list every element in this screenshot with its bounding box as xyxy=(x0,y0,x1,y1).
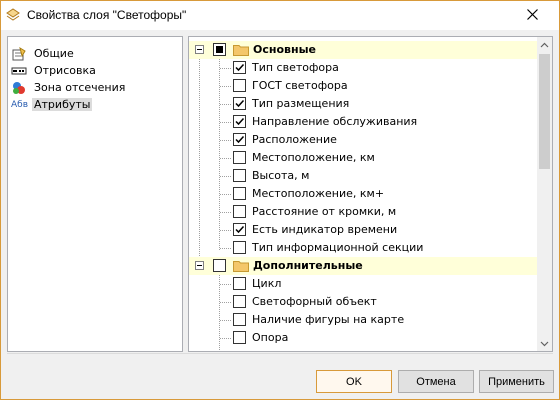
group-label: Дополнительные xyxy=(253,259,363,272)
general-icon xyxy=(11,46,27,61)
attribute-checkbox-checked[interactable] xyxy=(233,133,246,146)
attribute-row[interactable]: Направление обслуживания xyxy=(189,113,537,131)
attribute-checkbox[interactable] xyxy=(233,295,246,308)
layer-properties-icon xyxy=(6,8,20,21)
attribute-checkbox[interactable] xyxy=(233,169,246,182)
attribute-label: Цикл xyxy=(252,277,282,290)
attribute-checkbox-checked[interactable] xyxy=(233,115,246,128)
render-icon xyxy=(11,64,27,78)
attribute-checkbox[interactable] xyxy=(233,151,246,164)
attribute-row[interactable]: Местоположение, км xyxy=(189,149,537,167)
scroll-down-button[interactable] xyxy=(537,336,552,351)
attribute-checkbox[interactable] xyxy=(233,277,246,290)
attribute-checkbox-checked[interactable] xyxy=(233,61,246,74)
attribute-checkbox[interactable] xyxy=(233,187,246,200)
category-label: Атрибуты xyxy=(32,98,93,111)
category-label: Общие xyxy=(34,47,74,60)
attribute-label: ГОСТ светофора xyxy=(252,79,348,92)
attribute-row[interactable]: Цикл xyxy=(189,275,537,293)
close-icon xyxy=(526,8,538,23)
divider xyxy=(7,353,553,354)
attribute-label: Светофорный объект xyxy=(252,295,377,308)
category-item-attributes[interactable]: Абв Атрибуты xyxy=(11,96,181,113)
attribute-label: Направление обслуживания xyxy=(252,115,418,128)
attribute-row[interactable]: Расположение xyxy=(189,131,537,149)
attribute-label: Тип светофора xyxy=(252,61,339,74)
attribute-label: Тип размещения xyxy=(252,97,350,110)
attribute-checkbox[interactable] xyxy=(233,331,246,344)
attribute-row[interactable]: Светофорный объект xyxy=(189,293,537,311)
group-label: Основные xyxy=(253,43,316,56)
scroll-thumb[interactable] xyxy=(539,54,550,169)
attribute-checkbox-checked[interactable] xyxy=(233,97,246,110)
attribute-label: Тип информационной секции xyxy=(252,241,424,254)
attribute-row[interactable]: Есть индикатор времени xyxy=(189,221,537,239)
attribute-row[interactable]: Местоположение, км+ xyxy=(189,185,537,203)
title-bar: Свойства слоя "Светофоры" xyxy=(1,1,559,30)
attribute-row[interactable]: Расстояние от кромки, м xyxy=(189,203,537,221)
scroll-up-button[interactable] xyxy=(537,37,552,52)
collapse-toggle[interactable] xyxy=(195,45,204,54)
cancel-button[interactable]: Отмена xyxy=(398,370,474,393)
attribute-group-additional: Дополнительные xyxy=(189,257,537,275)
category-item-clip-zone[interactable]: Зона отсечения xyxy=(11,79,181,96)
attribute-checkbox[interactable] xyxy=(233,313,246,326)
attribute-label: Расположение xyxy=(252,133,337,146)
group-checkbox[interactable] xyxy=(213,43,226,56)
attribute-row[interactable]: Опора xyxy=(189,329,537,347)
collapse-toggle[interactable] xyxy=(195,261,204,270)
folder-icon xyxy=(233,44,249,56)
window-title: Свойства слоя "Светофоры" xyxy=(27,8,187,22)
attribute-group-main: Основные xyxy=(189,41,537,59)
dialog-content: Общие Отрисовка Зона отсечения Абв Атриб… xyxy=(1,30,559,399)
apply-button[interactable]: Применить xyxy=(479,370,554,393)
folder-icon xyxy=(233,260,249,272)
vertical-scrollbar[interactable] xyxy=(537,37,552,351)
attribute-row[interactable]: ГОСТ светофора xyxy=(189,77,537,95)
chevron-up-icon xyxy=(540,38,549,51)
attribute-label: Есть индикатор времени xyxy=(252,223,398,236)
attribute-tree: Основные Тип светофора ГОСТ светофора Ти… xyxy=(188,36,553,352)
clip-zone-icon xyxy=(11,81,27,95)
attribute-label: Наличие фигуры на карте xyxy=(252,313,405,326)
attribute-checkbox[interactable] xyxy=(233,241,246,254)
category-list: Общие Отрисовка Зона отсечения Абв Атриб… xyxy=(7,36,183,352)
attributes-icon: Абв xyxy=(11,99,29,110)
attribute-label: Опора xyxy=(252,331,289,344)
attribute-checkbox[interactable] xyxy=(233,79,246,92)
category-label: Отрисовка xyxy=(34,64,96,77)
attribute-row[interactable]: Тип размещения xyxy=(189,95,537,113)
attribute-row[interactable]: Тип информационной секции xyxy=(189,239,537,257)
attribute-label: Местоположение, км xyxy=(252,151,375,164)
category-item-general[interactable]: Общие xyxy=(11,45,181,62)
attribute-checkbox-checked[interactable] xyxy=(233,223,246,236)
attribute-label: Высота, м xyxy=(252,169,310,182)
chevron-down-icon xyxy=(540,337,549,350)
layer-properties-dialog: Свойства слоя "Светофоры" Общие Отрисовк… xyxy=(0,0,560,400)
attribute-label: Расстояние от кромки, м xyxy=(252,205,397,218)
attribute-label: Местоположение, км+ xyxy=(252,187,385,200)
attribute-checkbox[interactable] xyxy=(233,205,246,218)
group-checkbox[interactable] xyxy=(213,259,226,272)
attribute-row[interactable]: Наличие фигуры на карте xyxy=(189,311,537,329)
close-button[interactable] xyxy=(515,2,549,29)
attribute-row[interactable]: Высота, м xyxy=(189,167,537,185)
category-item-render[interactable]: Отрисовка xyxy=(11,62,181,79)
category-label: Зона отсечения xyxy=(34,81,126,94)
attribute-row[interactable]: Тип светофора xyxy=(189,59,537,77)
ok-button[interactable]: OK xyxy=(316,370,392,393)
